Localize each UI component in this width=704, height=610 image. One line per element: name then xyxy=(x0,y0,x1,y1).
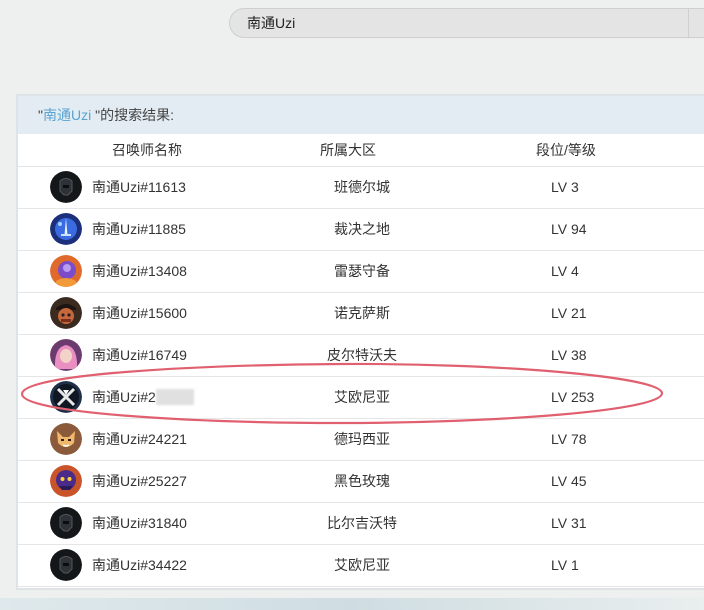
summoner-name[interactable]: 南通Uzi#11613 xyxy=(92,167,186,208)
search-input[interactable]: 南通Uzi xyxy=(229,8,704,38)
level: LV 3 xyxy=(551,179,579,195)
blue-sword-icon xyxy=(50,213,82,245)
search-value[interactable]: 南通Uzi xyxy=(247,9,295,38)
table-row[interactable]: 南通Uzi#16749 皮尔特沃夫 LV 38 xyxy=(18,335,704,377)
table-row[interactable]: 南通Uzi#11613 班德尔城 LV 3 xyxy=(18,167,704,209)
summoner-name[interactable]: 南通Uzi#34422 xyxy=(92,545,187,586)
region: 艾欧尼亚 xyxy=(334,389,390,405)
region: 诺克萨斯 xyxy=(334,305,390,321)
fox-icon xyxy=(50,423,82,455)
column-header-name: 召唤师名称 xyxy=(112,142,182,158)
level: LV 45 xyxy=(551,473,587,489)
region: 雷瑟守备 xyxy=(334,263,390,279)
summoner-name-text: 南通Uzi#13408 xyxy=(92,263,187,279)
summoner-name[interactable]: 南通Uzi#11885 xyxy=(92,209,186,250)
dark-helmet-icon xyxy=(50,507,82,539)
summoner-name[interactable]: 南通Uzi#31840 xyxy=(92,503,187,544)
level: LV 1 xyxy=(551,557,579,573)
level: LV 94 xyxy=(551,221,587,237)
summoner-name[interactable]: 南通Uzi#25227 xyxy=(92,461,187,502)
summoner-name[interactable]: 南通Uzi#24221 xyxy=(92,419,187,460)
table-row[interactable]: 南通Uzi#25227 黑色玫瑰 LV 45 xyxy=(18,461,704,503)
level: LV 38 xyxy=(551,347,587,363)
summoner-name-text: 南通Uzi#15600 xyxy=(92,305,187,321)
summoner-name-text: 南通Uzi#11613 xyxy=(92,179,186,195)
summoner-name[interactable]: 南通Uzi#16749 xyxy=(92,335,187,376)
table-row[interactable]: 南通Uzi#34422 艾欧尼亚 LV 1 xyxy=(18,545,704,587)
region: 裁决之地 xyxy=(334,221,390,237)
level: LV 78 xyxy=(551,431,587,447)
table-row[interactable]: 南通Uzi#15600 诺克萨斯 LV 21 xyxy=(18,293,704,335)
dark-helmet-icon xyxy=(50,549,82,581)
pink-hair-icon xyxy=(50,339,82,371)
summoner-name-text: 南通Uzi#24221 xyxy=(92,431,187,447)
level: LV 4 xyxy=(551,263,579,279)
column-header-level: 段位/等级 xyxy=(536,142,596,158)
table-row-highlighted[interactable]: 南通Uzi#2 艾欧尼亚 LV 253 xyxy=(18,377,704,419)
window-bottom-edge xyxy=(0,598,704,610)
summoner-name-text: 南通Uzi#11885 xyxy=(92,221,186,237)
purple-mage-icon xyxy=(50,255,82,287)
region: 皮尔特沃夫 xyxy=(327,347,397,363)
summoner-name-text: 南通Uzi#31840 xyxy=(92,515,187,531)
results-heading-suffix: "的搜索结果: xyxy=(95,107,174,123)
level: LV 21 xyxy=(551,305,587,321)
column-header-region: 所属大区 xyxy=(320,142,376,158)
level: LV 31 xyxy=(551,515,587,531)
summoner-name-text: 南通Uzi#25227 xyxy=(92,473,187,489)
table-row[interactable]: 南通Uzi#31840 比尔吉沃特 LV 31 xyxy=(18,503,704,545)
crossed-blades-icon xyxy=(50,381,82,413)
results-keyword: 南通Uzi xyxy=(42,107,96,123)
region: 艾欧尼亚 xyxy=(334,557,390,573)
region: 比尔吉沃特 xyxy=(327,515,397,531)
table-row[interactable]: 南通Uzi#13408 雷瑟守备 LV 4 xyxy=(18,251,704,293)
results-table-body: 南通Uzi#11613 班德尔城 LV 3 南通Uzi#11885 裁决之地 LV 94 南… xyxy=(18,167,704,587)
level: LV 253 xyxy=(551,389,595,405)
summoner-name-text: 南通Uzi#16749 xyxy=(92,347,187,363)
search-results-panel: "南通Uzi "的搜索结果: 召唤师名称 所属大区 段位/等级 南通Uzi#11… xyxy=(16,94,704,590)
summoner-name-text: 南通Uzi#2 xyxy=(92,389,156,405)
purple-beast-icon xyxy=(50,465,82,497)
summoner-name[interactable]: 南通Uzi#2 xyxy=(92,377,194,418)
region: 黑色玫瑰 xyxy=(334,473,390,489)
pirate-icon xyxy=(50,297,82,329)
dark-helmet-icon xyxy=(50,171,82,203)
table-header: 召唤师名称 所属大区 段位/等级 xyxy=(18,134,704,167)
table-row[interactable]: 南通Uzi#24221 德玛西亚 LV 78 xyxy=(18,419,704,461)
summoner-name[interactable]: 南通Uzi#13408 xyxy=(92,251,187,292)
region: 德玛西亚 xyxy=(334,431,390,447)
table-row[interactable]: 南通Uzi#11885 裁决之地 LV 94 xyxy=(18,209,704,251)
redaction-mask xyxy=(155,388,194,405)
summoner-name[interactable]: 南通Uzi#15600 xyxy=(92,293,187,334)
region: 班德尔城 xyxy=(334,179,390,195)
results-heading: "南通Uzi "的搜索结果: xyxy=(18,96,704,134)
summoner-name-text: 南通Uzi#34422 xyxy=(92,557,187,573)
search-button-divider xyxy=(688,9,689,37)
